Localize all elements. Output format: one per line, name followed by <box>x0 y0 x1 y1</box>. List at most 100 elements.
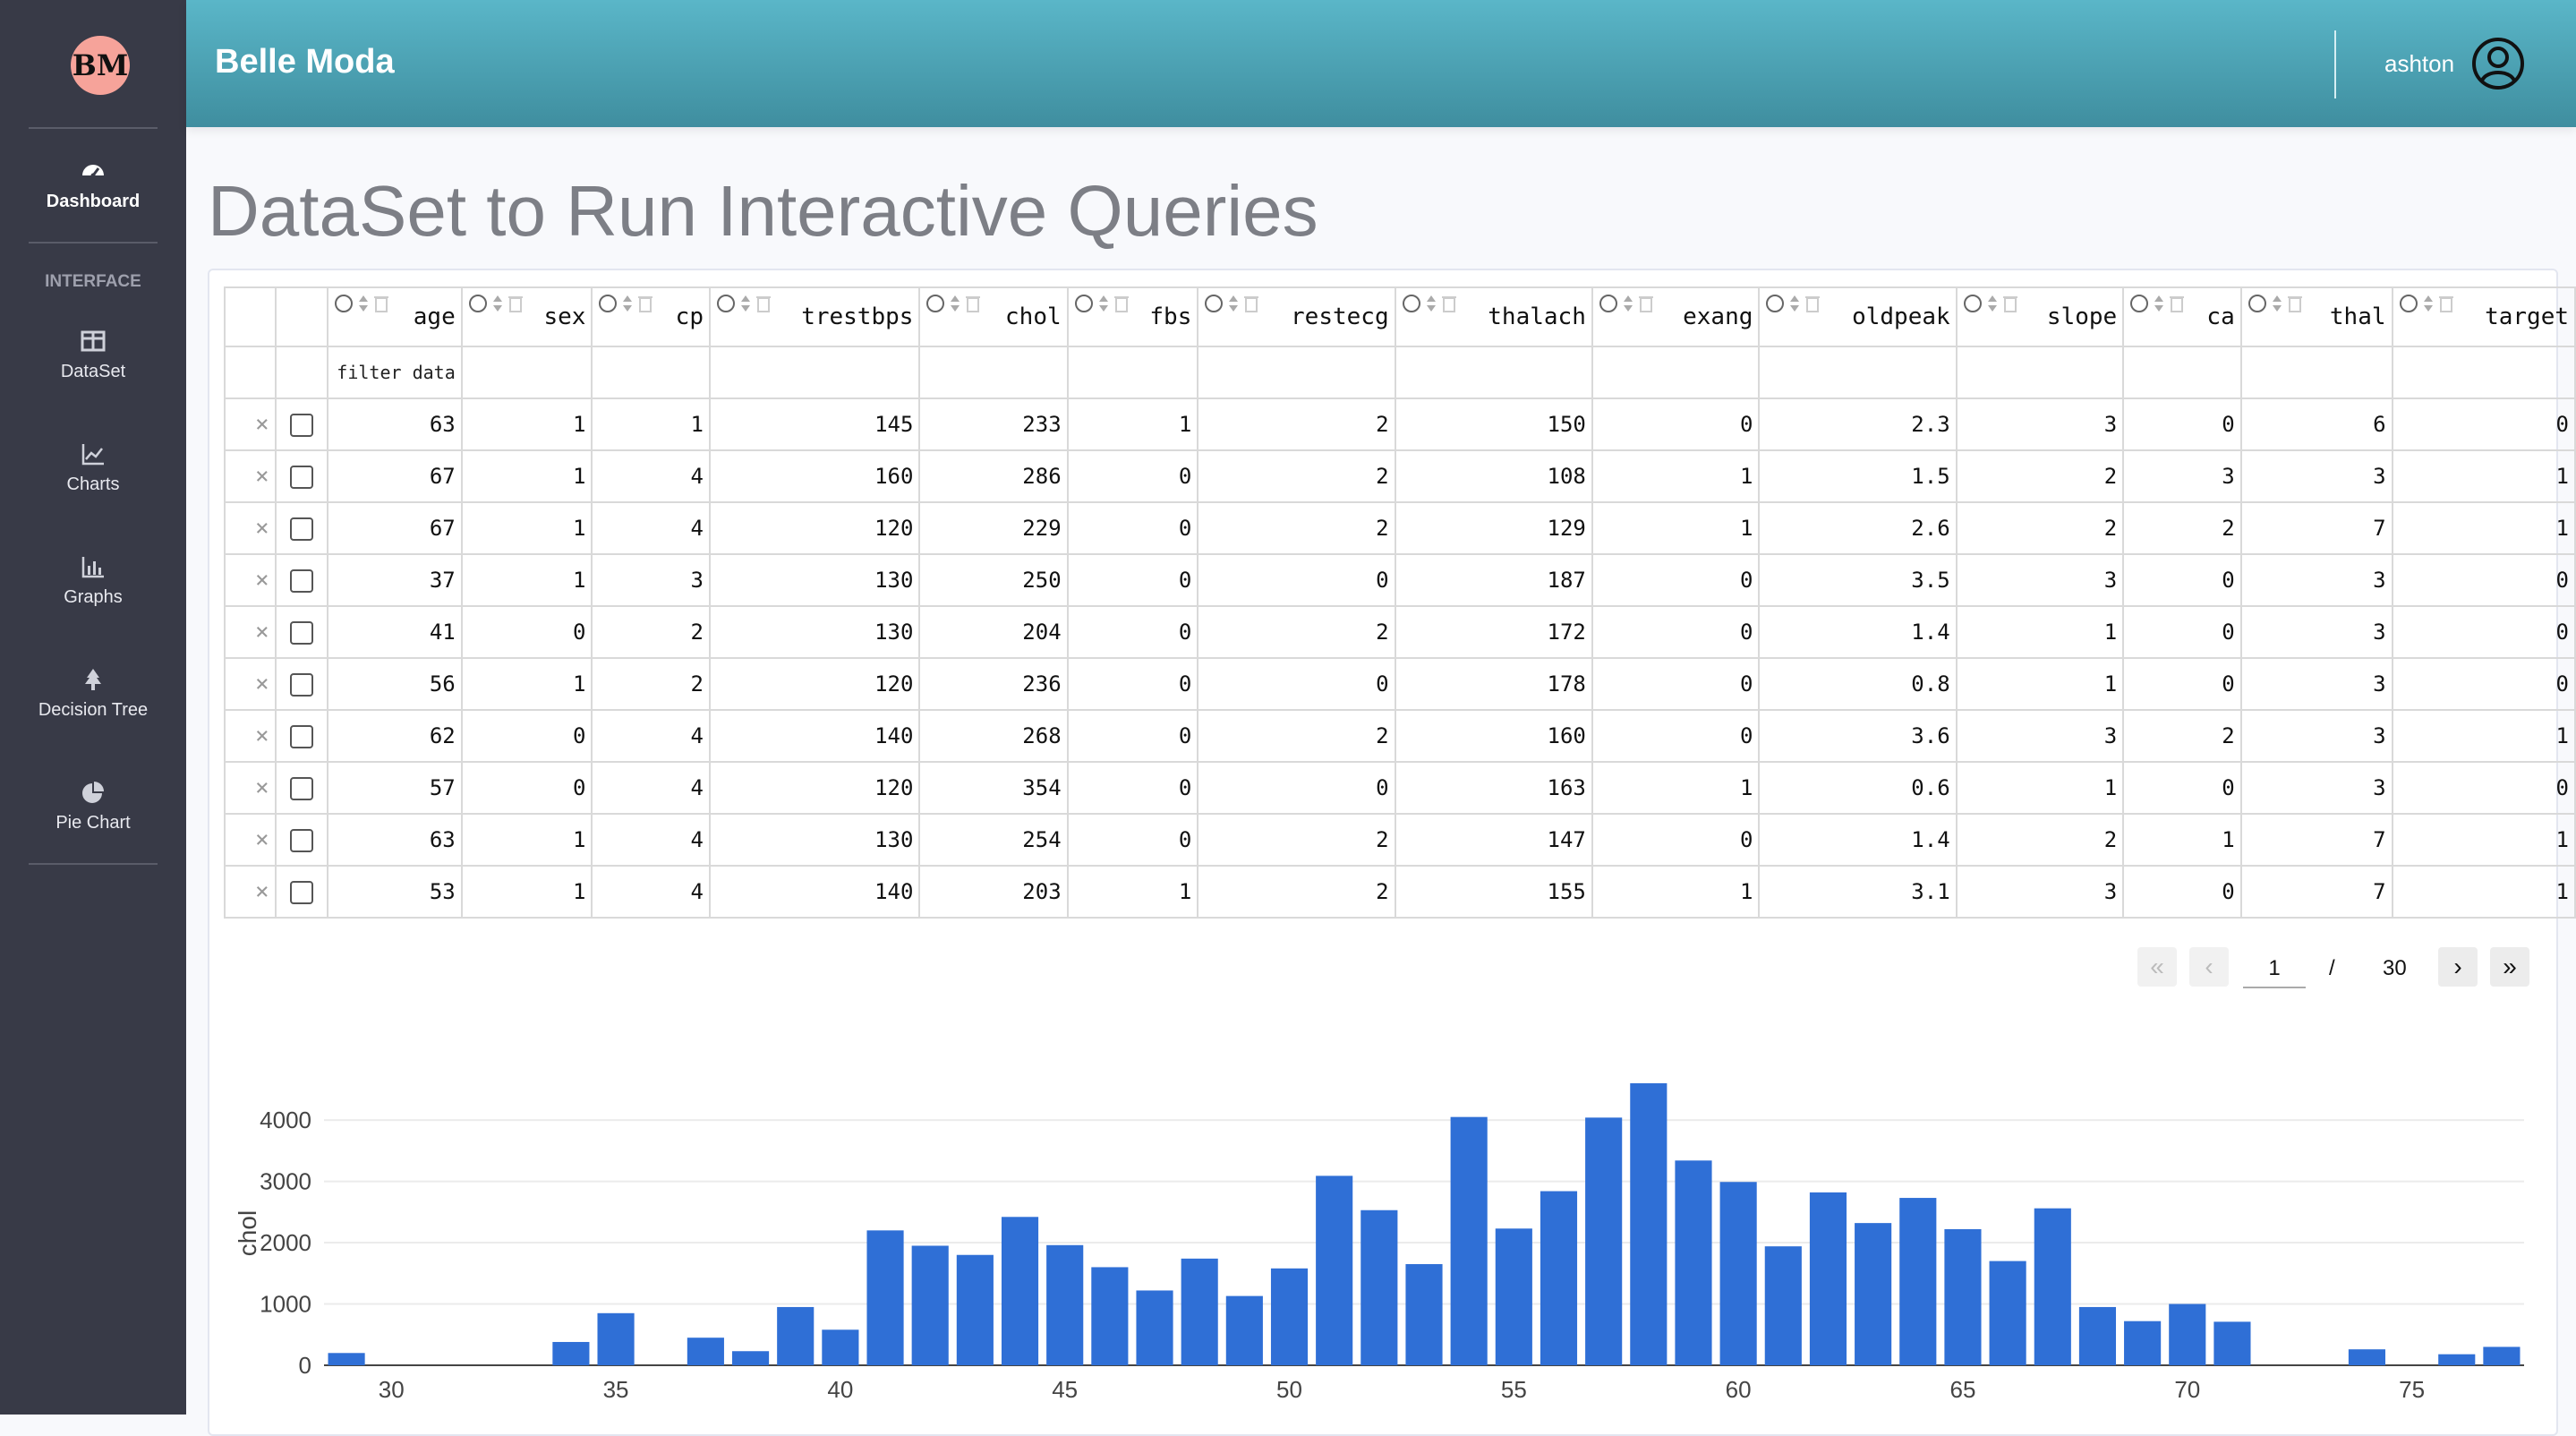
table-cell-age[interactable]: 56 <box>326 657 463 711</box>
table-cell-restecg[interactable]: 2 <box>1197 397 1396 451</box>
select-column-icon[interactable] <box>2248 294 2267 313</box>
sort-icon[interactable] <box>357 294 370 313</box>
filter-cell-chol[interactable] <box>918 346 1069 399</box>
table-cell-cp[interactable]: 4 <box>591 709 711 763</box>
column-header-chol[interactable]: chol <box>918 286 1069 347</box>
table-cell-exang[interactable]: 0 <box>1591 709 1761 763</box>
table-cell-thalach[interactable]: 172 <box>1394 605 1593 659</box>
column-header-cp[interactable]: cp <box>591 286 711 347</box>
delete-row-button[interactable]: × <box>224 761 277 815</box>
table-cell-target[interactable]: 0 <box>2391 657 2576 711</box>
table-cell-trestbps[interactable]: 120 <box>708 501 921 555</box>
table-cell-age[interactable]: 63 <box>326 813 463 867</box>
table-cell-cp[interactable]: 4 <box>591 813 711 867</box>
select-column-icon[interactable] <box>1074 294 1094 313</box>
table-cell-thal[interactable]: 6 <box>2239 397 2393 451</box>
table-cell-slope[interactable]: 1 <box>1955 605 2125 659</box>
sort-icon[interactable] <box>2422 294 2435 313</box>
delete-column-icon[interactable] <box>373 294 389 313</box>
column-header-slope[interactable]: slope <box>1955 286 2125 347</box>
table-cell-cp[interactable]: 4 <box>591 865 711 919</box>
delete-row-button[interactable]: × <box>224 397 277 451</box>
table-cell-fbs[interactable]: 1 <box>1066 397 1199 451</box>
table-cell-fbs[interactable]: 0 <box>1066 553 1199 607</box>
select-column-icon[interactable] <box>1402 294 1421 313</box>
table-cell-thalach[interactable]: 150 <box>1394 397 1593 451</box>
table-cell-thal[interactable]: 3 <box>2239 605 2393 659</box>
table-cell-restecg[interactable]: 0 <box>1197 761 1396 815</box>
table-cell-oldpeak[interactable]: 3.5 <box>1758 553 1958 607</box>
table-cell-trestbps[interactable]: 140 <box>708 865 921 919</box>
row-checkbox[interactable] <box>289 414 313 437</box>
delete-column-icon[interactable] <box>2287 294 2303 313</box>
table-cell-age[interactable]: 57 <box>326 761 463 815</box>
table-cell-chol[interactable]: 233 <box>918 397 1069 451</box>
table-cell-sex[interactable]: 1 <box>460 813 593 867</box>
sort-icon[interactable] <box>1622 294 1634 313</box>
column-header-age[interactable]: age <box>326 286 463 347</box>
row-checkbox[interactable] <box>289 829 313 852</box>
row-checkbox[interactable] <box>289 466 313 489</box>
user-name[interactable]: ashton <box>2384 50 2454 78</box>
table-cell-restecg[interactable]: 0 <box>1197 657 1396 711</box>
table-cell-slope[interactable]: 2 <box>1955 813 2125 867</box>
delete-column-icon[interactable] <box>2169 294 2185 313</box>
sort-icon[interactable] <box>491 294 504 313</box>
table-cell-sex[interactable]: 0 <box>460 709 593 763</box>
brand-logo[interactable]: BM <box>71 36 130 95</box>
filter-cell-slope[interactable] <box>1955 346 2125 399</box>
brand-name[interactable]: Belle Moda <box>215 43 395 81</box>
column-header-exang[interactable]: exang <box>1591 286 1761 347</box>
table-cell-target[interactable]: 0 <box>2391 761 2576 815</box>
table-cell-chol[interactable]: 286 <box>918 449 1069 503</box>
table-cell-fbs[interactable]: 0 <box>1066 761 1199 815</box>
table-cell-chol[interactable]: 229 <box>918 501 1069 555</box>
table-cell-exang[interactable]: 0 <box>1591 605 1761 659</box>
column-header-fbs[interactable]: fbs <box>1066 286 1199 347</box>
row-checkbox[interactable] <box>289 621 313 645</box>
table-cell-exang[interactable]: 1 <box>1591 761 1761 815</box>
select-column-icon[interactable] <box>468 294 488 313</box>
delete-column-icon[interactable] <box>637 294 653 313</box>
sort-icon[interactable] <box>621 294 634 313</box>
table-cell-oldpeak[interactable]: 0.6 <box>1758 761 1958 815</box>
table-cell-chol[interactable]: 268 <box>918 709 1069 763</box>
delete-column-icon[interactable] <box>1638 294 1654 313</box>
next-page-button[interactable]: › <box>2438 947 2478 987</box>
filter-cell-target[interactable] <box>2391 346 2576 399</box>
table-cell-slope[interactable]: 3 <box>1955 865 2125 919</box>
table-cell-ca[interactable]: 1 <box>2122 813 2242 867</box>
table-cell-oldpeak[interactable]: 3.6 <box>1758 709 1958 763</box>
row-checkbox[interactable] <box>289 569 313 593</box>
table-cell-slope[interactable]: 1 <box>1955 657 2125 711</box>
table-cell-age[interactable]: 41 <box>326 605 463 659</box>
table-cell-chol[interactable]: 354 <box>918 761 1069 815</box>
sidebar-item-dashboard[interactable]: Dashboard <box>0 158 186 212</box>
table-cell-trestbps[interactable]: 130 <box>708 553 921 607</box>
table-cell-trestbps[interactable]: 130 <box>708 813 921 867</box>
select-column-icon[interactable] <box>1963 294 1983 313</box>
table-cell-restecg[interactable]: 2 <box>1197 865 1396 919</box>
table-cell-exang[interactable]: 1 <box>1591 449 1761 503</box>
table-cell-fbs[interactable]: 0 <box>1066 657 1199 711</box>
column-header-thal[interactable]: thal <box>2239 286 2393 347</box>
table-cell-restecg[interactable]: 2 <box>1197 813 1396 867</box>
table-cell-oldpeak[interactable]: 1.4 <box>1758 813 1958 867</box>
sort-icon[interactable] <box>1986 294 1999 313</box>
column-header-oldpeak[interactable]: oldpeak <box>1758 286 1958 347</box>
row-checkbox[interactable] <box>289 673 313 697</box>
column-header-sex[interactable]: sex <box>460 286 593 347</box>
table-cell-thal[interactable]: 3 <box>2239 553 2393 607</box>
table-cell-age[interactable]: 37 <box>326 553 463 607</box>
table-cell-sex[interactable]: 1 <box>460 657 593 711</box>
sort-icon[interactable] <box>1788 294 1801 313</box>
table-cell-target[interactable]: 1 <box>2391 709 2576 763</box>
table-cell-oldpeak[interactable]: 2.3 <box>1758 397 1958 451</box>
table-cell-chol[interactable]: 236 <box>918 657 1069 711</box>
table-cell-thalach[interactable]: 163 <box>1394 761 1593 815</box>
sidebar-item-charts[interactable]: Charts <box>0 440 186 495</box>
delete-row-button[interactable]: × <box>224 449 277 503</box>
delete-column-icon[interactable] <box>2438 294 2454 313</box>
table-cell-exang[interactable]: 0 <box>1591 553 1761 607</box>
select-column-icon[interactable] <box>2129 294 2149 313</box>
